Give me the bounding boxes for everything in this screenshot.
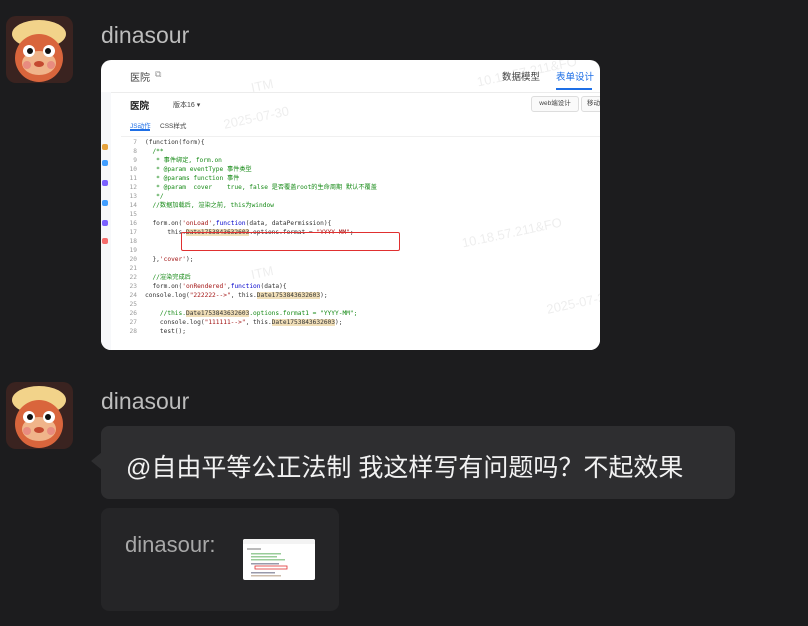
code-line: 11 * @params function 事件 — [129, 175, 240, 182]
nav-icon — [102, 160, 108, 166]
nav-icon — [102, 238, 108, 244]
code-line: 13 */ — [129, 193, 164, 200]
code-line: 26 //this.Date1753843632603.options.form… — [129, 310, 358, 317]
avatar[interactable] — [6, 382, 73, 449]
code-line: 14 //数据加载后, 渲染之前, this为window — [129, 202, 274, 209]
thumbnail-preview-icon — [243, 539, 315, 577]
form-title: 医院 — [130, 101, 150, 112]
code-line: 9 * 事件绑定, form.on — [133, 157, 222, 164]
code-line: 19 — [129, 247, 137, 254]
screenshot-sidebar — [101, 92, 111, 350]
sender-name[interactable]: dinasour — [101, 388, 189, 415]
code-line: 18 — [129, 238, 137, 245]
nav-icon — [102, 220, 108, 226]
nav-icon — [102, 200, 108, 206]
code-line: 22 //渲染完成后 — [129, 274, 191, 281]
code-line: 10 * @param eventType 事件类型 — [129, 166, 252, 173]
web-design-button: web端设计 — [531, 96, 579, 112]
nav-icon — [102, 180, 108, 186]
version-select: 版本16 ▾ — [173, 102, 201, 109]
code-line: 16 form.on('onLoad',function(data, dataP… — [129, 220, 332, 227]
active-tab-indicator — [556, 88, 592, 90]
code-line: 12 * @param cover true, false 是否覆盖root的生… — [129, 184, 377, 191]
quoted-image-thumbnail[interactable] — [243, 539, 315, 580]
mobile-design-button: 移动 — [581, 96, 600, 112]
code-line: 25 — [129, 301, 137, 308]
external-link-icon: ⧉ — [155, 69, 162, 79]
highlight-box — [181, 232, 400, 251]
code-line: 7 (function(form){ — [133, 139, 205, 146]
code-line: 24 console.log("222222-->", this.Date1753… — [129, 292, 328, 299]
breadcrumb: 医院 — [130, 73, 150, 84]
message-bubble[interactable]: @自由平等公正法制 我这样写有问题吗？不起效果 — [101, 426, 735, 499]
avatar-character-icon — [6, 16, 73, 83]
nav-icon — [102, 144, 108, 150]
shared-screenshot-image[interactable]: 医院 ⧉ 数据模型 表单设计 医院 版本16 ▾ web端设计 移动 JS动作 … — [101, 60, 600, 350]
tab-css-styles: CSS样式 — [160, 123, 187, 130]
code-line: 23 form.on('onRendered',function(data){ — [129, 283, 287, 290]
code-line: 20 },'cover'); — [129, 256, 194, 263]
message-text: @自由平等公正法制 我这样写有问题吗？不起效果 — [126, 454, 684, 482]
code-line: 28 test(); — [129, 328, 186, 335]
code-line: 27 console.log("111111-->", this.Date175… — [129, 319, 343, 326]
quoted-sender: dinasour: — [125, 532, 216, 557]
active-subtab-indicator — [130, 129, 150, 131]
sender-name[interactable]: dinasour — [101, 22, 189, 49]
code-line: 8 /** — [133, 148, 164, 155]
quoted-message[interactable]: dinasour: — [101, 508, 339, 611]
code-line: 15 — [129, 211, 137, 218]
code-line: 21 — [129, 265, 137, 272]
avatar-character-icon — [6, 382, 73, 449]
avatar[interactable] — [6, 16, 73, 83]
watermark: 2025-07-30 — [222, 103, 291, 132]
